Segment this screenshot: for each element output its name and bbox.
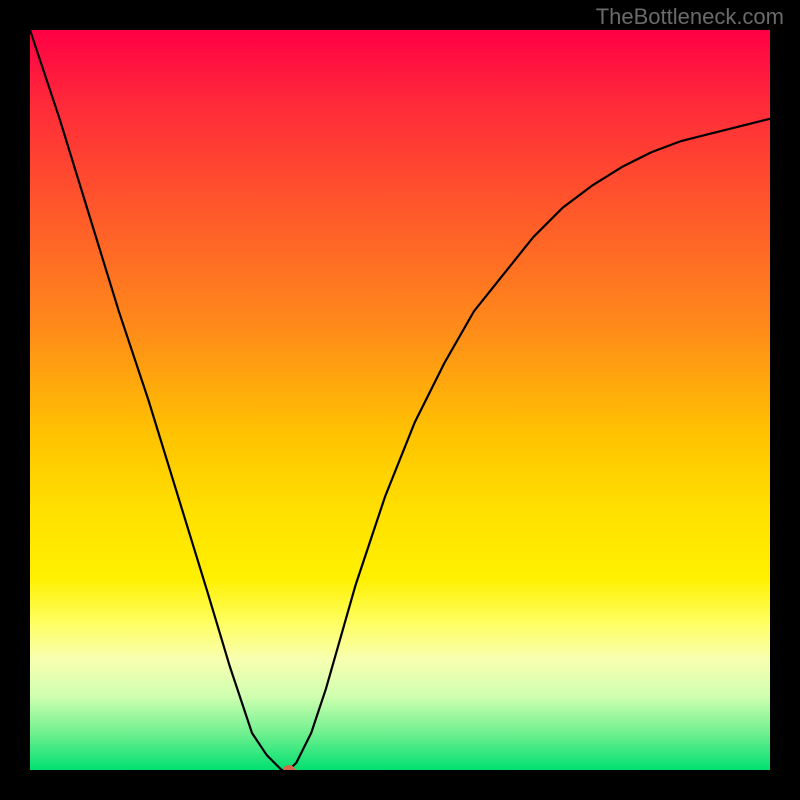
chart-plot-area bbox=[30, 30, 770, 770]
watermark-label: TheBottleneck.com bbox=[596, 4, 784, 30]
chart-svg bbox=[30, 30, 770, 770]
bottleneck-curve bbox=[30, 30, 770, 770]
